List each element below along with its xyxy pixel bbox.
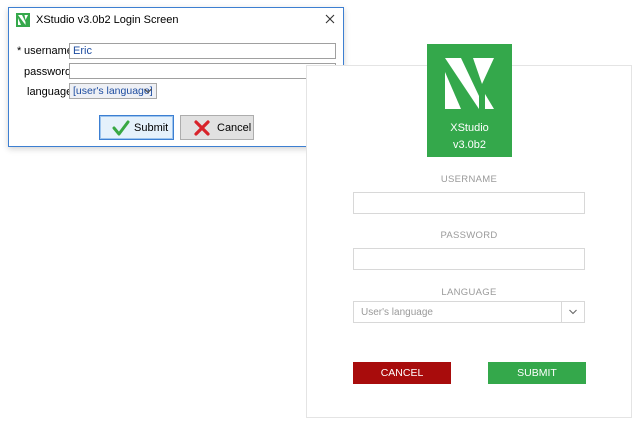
brand-version: v3.0b2 <box>452 139 487 151</box>
username-input[interactable] <box>69 43 336 59</box>
web-password-label: PASSWORD <box>440 230 498 241</box>
xstudio-logo-icon <box>16 13 30 27</box>
xstudio-logo-icon <box>445 58 494 109</box>
select-divider <box>561 302 562 322</box>
language-select-value: [user's language] <box>73 85 153 97</box>
password-label: password <box>24 66 72 78</box>
web-language-label: LANGUAGE <box>441 287 497 298</box>
web-username-input[interactable] <box>353 192 585 214</box>
submit-button[interactable]: Submit <box>99 115 174 140</box>
password-input[interactable] <box>69 63 336 79</box>
dialog-title: XStudio v3.0b2 Login Screen <box>36 14 179 26</box>
language-label: language <box>27 86 73 98</box>
cross-icon <box>194 120 210 136</box>
chevron-down-icon <box>569 309 577 315</box>
brand-name: XStudio <box>450 122 489 134</box>
cancel-button-label: Cancel <box>217 122 252 134</box>
web-submit-button[interactable]: SUBMIT <box>488 362 586 384</box>
web-language-select[interactable]: User's language <box>353 301 585 323</box>
cancel-button[interactable]: Cancel <box>180 115 254 140</box>
dialog-title-bar[interactable]: XStudio v3.0b2 Login Screen <box>9 8 343 32</box>
required-marker: * <box>17 45 22 57</box>
web-cancel-button[interactable]: CANCEL <box>353 362 451 384</box>
chevron-down-icon <box>144 88 152 94</box>
close-icon[interactable] <box>323 12 337 26</box>
web-password-input[interactable] <box>353 248 585 270</box>
web-language-select-value: User's language <box>361 307 433 318</box>
username-label: username <box>24 45 73 57</box>
checkmark-icon <box>112 120 130 136</box>
language-select[interactable]: [user's language] <box>69 83 157 99</box>
login-dialog: XStudio v3.0b2 Login Screen * username p… <box>8 7 344 147</box>
submit-button-label: Submit <box>134 122 169 134</box>
web-username-label: USERNAME <box>440 174 498 185</box>
brand-logo-box: XStudio v3.0b2 <box>427 44 512 157</box>
